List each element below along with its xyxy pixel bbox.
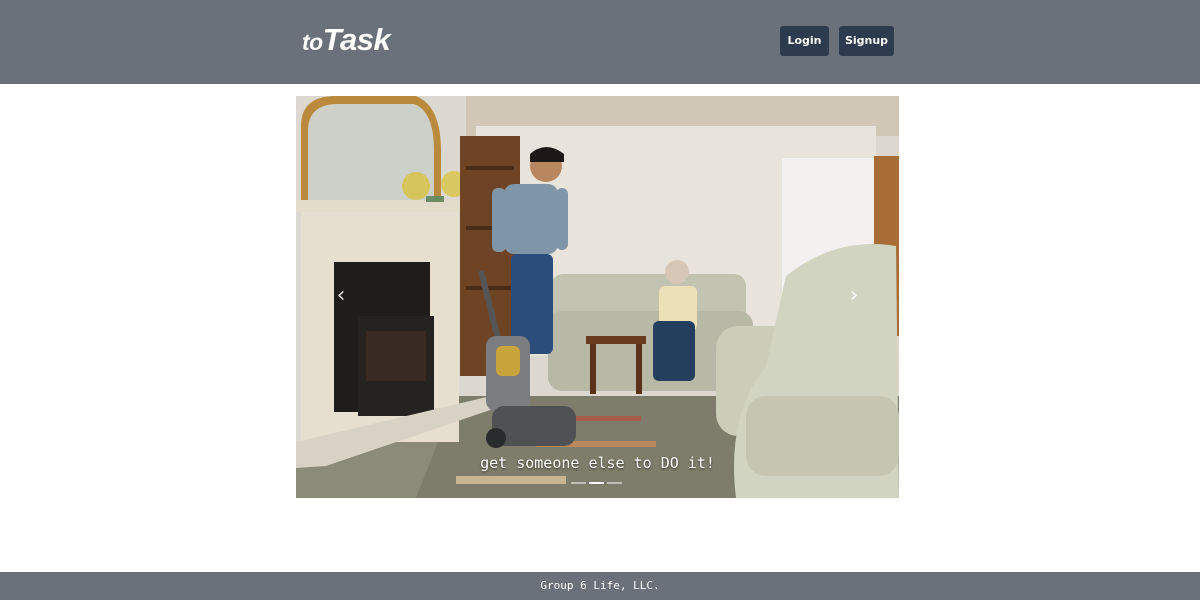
signup-button[interactable]: Signup — [839, 26, 894, 56]
brand-logo[interactable]: toTask — [302, 22, 391, 58]
brand-prefix: to — [302, 29, 323, 55]
carousel-prev-control[interactable]: ‹ — [326, 276, 356, 316]
carousel-indicator-2[interactable] — [589, 482, 604, 484]
carousel-slide-image — [296, 96, 899, 498]
navbar: toTask Login Signup — [0, 0, 1200, 84]
login-button[interactable]: Login — [780, 26, 829, 56]
carousel-next-control[interactable]: › — [839, 276, 869, 316]
image-carousel: ‹ › get someone else to DO it! — [296, 96, 899, 498]
footer: Group 6 Life, LLC. — [0, 572, 1200, 600]
brand-main: Task — [322, 22, 391, 57]
carousel-caption: get someone else to DO it! — [480, 454, 715, 472]
footer-text: Group 6 Life, LLC. — [540, 579, 660, 592]
carousel-indicator-1[interactable] — [571, 482, 586, 484]
carousel-indicators — [571, 482, 622, 484]
carousel-indicator-3[interactable] — [607, 482, 622, 484]
